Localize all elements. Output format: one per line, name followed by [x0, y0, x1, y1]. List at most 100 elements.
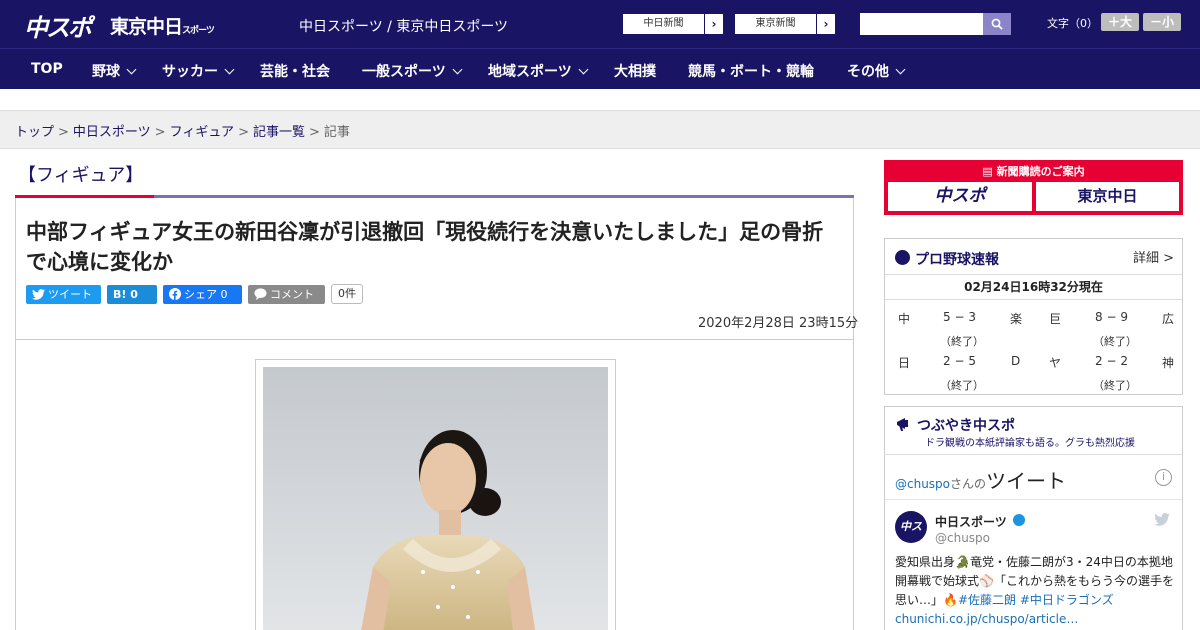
font-size-plus-button[interactable]: ＋大: [1101, 13, 1139, 31]
skater-figure: [263, 367, 608, 630]
comment-label: コメント: [270, 288, 314, 301]
hashtag-link[interactable]: #佐藤二朗: [958, 593, 1016, 607]
nav-label: 野球: [92, 64, 120, 80]
article-photo-frame: [255, 359, 616, 630]
info-icon[interactable]: i: [1155, 469, 1172, 486]
game-home-team: 巨: [1049, 312, 1062, 326]
nav-top[interactable]: TOP: [31, 61, 63, 77]
chunichi-shimbun-label: 中日新聞: [643, 18, 684, 29]
nav-regional-sports[interactable]: 地域スポーツ: [488, 61, 589, 81]
font-size-label: 文字（0）: [1047, 17, 1098, 30]
facebook-share-button[interactable]: シェア 0: [163, 285, 242, 304]
breadcrumb: トップ > 中日スポーツ > フィギュア > 記事一覧 > 記事: [15, 121, 350, 140]
breadcrumb-article-list[interactable]: 記事一覧: [253, 125, 305, 140]
game-away-team: 広: [1162, 312, 1175, 326]
chunichi-shimbun-button[interactable]: 中日新聞 ›: [622, 13, 724, 35]
tweet-author-name[interactable]: 中日スポーツ: [935, 513, 1007, 530]
baseball-icon: [895, 250, 910, 265]
comment-button[interactable]: コメント: [248, 285, 325, 304]
article-photo[interactable]: [263, 367, 608, 630]
nav-label: サッカー: [162, 64, 218, 80]
tokyo-chunichi-logo[interactable]: 東京中日スポーツ: [110, 12, 215, 39]
nav-label: 競馬・ボート・競輪: [688, 64, 814, 80]
game-away-team: 神: [1162, 356, 1175, 370]
game-score[interactable]: 8 − 9: [1095, 310, 1128, 324]
game-score[interactable]: 2 − 2: [1095, 354, 1128, 368]
avatar[interactable]: 中スポ: [895, 511, 927, 565]
facebook-icon: [169, 288, 181, 300]
baseball-updated-time: 02月24日16時32分現在: [885, 274, 1182, 300]
chevron-right-icon: ›: [704, 14, 723, 34]
game-score[interactable]: 2 − 5: [943, 354, 976, 368]
search-input[interactable]: [860, 13, 983, 35]
verified-badge-icon: [1013, 514, 1025, 526]
tweet-button[interactable]: ツイート: [26, 285, 101, 304]
nav-general-sports[interactable]: 一般スポーツ: [362, 61, 463, 81]
breadcrumb-separator: >: [238, 125, 249, 140]
comment-count-badge[interactable]: 0件: [331, 284, 363, 304]
nav-racing[interactable]: 競馬・ボート・競輪: [688, 61, 814, 81]
timeline-header: @chuspoさんのツイート: [895, 465, 1066, 494]
nav-sumo[interactable]: 大相撲: [614, 61, 656, 81]
search-button[interactable]: [983, 13, 1011, 35]
tweet-author-handle[interactable]: @chuspo: [935, 531, 990, 545]
search-icon: [991, 18, 1003, 30]
timeline-san: さんの: [950, 477, 987, 491]
divider: [885, 499, 1182, 500]
hashtag-link[interactable]: #中日ドラゴンズ: [1020, 593, 1114, 607]
tweet-label: ツイート: [48, 288, 92, 301]
subscription-title: ▤ 新聞購読のご案内: [884, 163, 1183, 179]
tokyo-logo-text: 東京中日: [110, 16, 183, 38]
nav-entertainment[interactable]: 芸能・社会: [260, 61, 330, 81]
twitter-bird-icon[interactable]: [1154, 513, 1170, 526]
subscribe-chuspo-logo[interactable]: 中スポ: [888, 182, 1032, 211]
subscribe-tokyo-logo[interactable]: 東京中日: [1036, 182, 1179, 211]
breadcrumb-separator: >: [58, 125, 69, 140]
baseball-detail-link[interactable]: 詳細 >: [1133, 247, 1174, 266]
hatena-count: 0: [130, 288, 138, 301]
nav-label: その他: [847, 64, 889, 80]
speech-bubble-icon: [254, 288, 267, 300]
chuspo-logo[interactable]: 中スポ: [24, 8, 92, 43]
publish-date: 2020年2月28日 23時15分: [698, 316, 859, 331]
baseball-scores-widget: プロ野球速報 詳細 > 02月24日16時32分現在 中 5 − 3 楽 （終了…: [884, 238, 1183, 395]
breadcrumb-top[interactable]: トップ: [15, 125, 54, 140]
nav-label: 一般スポーツ: [362, 64, 446, 80]
nav-label: TOP: [31, 61, 63, 77]
tsubuyaki-subtitle: ドラ観戦の本紙評論家も語る。グラも熱烈応援: [925, 438, 1135, 449]
breadcrumb-separator: >: [308, 125, 320, 140]
subscription-title-text: 新聞購読のご案内: [996, 165, 1085, 178]
ad-space: [0, 89, 1200, 111]
tsubuyaki-title: つぶやき中スポ: [917, 418, 1015, 434]
game-away-team: 楽: [1010, 312, 1023, 326]
game-away-team: D: [1011, 354, 1021, 368]
tweet-url-link[interactable]: chunichi.co.jp/chuspo/article…: [895, 612, 1078, 626]
facebook-share-label: シェア 0: [184, 288, 228, 301]
nav-soccer[interactable]: サッカー: [162, 61, 235, 81]
main-nav: TOP 野球 サッカー 芸能・社会 一般スポーツ 地域スポーツ 大相撲 競馬・ボ…: [0, 48, 1200, 89]
game-home-team: 日: [898, 356, 911, 370]
tokyo-logo-small: スポーツ: [182, 26, 215, 36]
chevron-down-icon: [578, 64, 589, 75]
tokyo-shimbun-button[interactable]: 東京新聞 ›: [734, 13, 836, 35]
hatena-bookmark-button[interactable]: B! 0: [107, 285, 157, 304]
game-status: （終了）: [940, 379, 984, 392]
megaphone-icon: [897, 418, 908, 431]
timeline-handle-link[interactable]: @chuspo: [895, 477, 950, 491]
nav-baseball[interactable]: 野球: [92, 61, 137, 81]
timeline-label: ツイート: [986, 469, 1067, 493]
game-score[interactable]: 5 − 3: [943, 310, 976, 324]
article-headline: 中部フィギュア女王の新田谷凜が引退撤回「現役続行を決意いたしました」足の骨折で心…: [26, 220, 824, 274]
breadcrumb-chunichi-sports[interactable]: 中日スポーツ: [73, 125, 151, 140]
game-status: （終了）: [1093, 379, 1137, 392]
nav-other[interactable]: その他: [847, 61, 906, 81]
font-size-minus-button[interactable]: －小: [1143, 13, 1181, 31]
game-home-team: ヤ: [1049, 356, 1062, 370]
chevron-down-icon: [452, 64, 463, 75]
breadcrumb-bar: トップ > 中日スポーツ > フィギュア > 記事一覧 > 記事: [0, 111, 1200, 149]
newspaper-icon: ▤: [982, 165, 997, 178]
breadcrumb-figure[interactable]: フィギュア: [170, 125, 234, 140]
site-name[interactable]: 中日スポーツ / 東京中日スポーツ: [299, 16, 508, 36]
subscription-banner[interactable]: ▤ 新聞購読のご案内 中スポ 東京中日: [884, 160, 1183, 215]
chevron-down-icon: [895, 64, 906, 75]
